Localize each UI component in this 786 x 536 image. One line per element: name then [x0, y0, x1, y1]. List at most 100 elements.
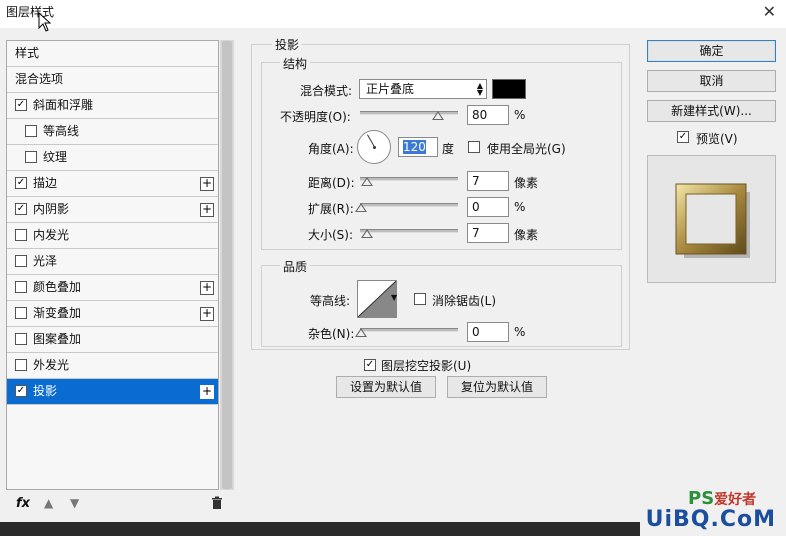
style-checkbox[interactable] — [15, 254, 27, 267]
style-checkbox[interactable]: ✓ — [15, 202, 27, 215]
ps-logo: PS爱好者 — [688, 488, 757, 509]
style-item-label: 光泽 — [33, 254, 58, 268]
style-item[interactable]: 混合选项 — [7, 67, 218, 93]
noise-unit: % — [514, 325, 526, 339]
style-item-label: 渐变叠加 — [33, 306, 82, 320]
size-unit: 像素 — [514, 228, 539, 242]
style-item[interactable]: ✓ 投影 + — [7, 379, 218, 405]
style-item[interactable]: 光泽 — [7, 249, 218, 275]
style-checkbox[interactable] — [25, 124, 37, 137]
opacity-unit: % — [514, 108, 526, 122]
spinner-icon: ▲ ▼ — [476, 81, 483, 97]
angle-dial[interactable] — [357, 130, 391, 164]
style-item-label: 投影 — [33, 384, 58, 398]
make-default-button[interactable]: 设置为默认值 — [336, 376, 436, 398]
style-item-label: 内阴影 — [33, 202, 70, 216]
style-checkbox[interactable]: ✓ — [15, 176, 27, 189]
style-item[interactable]: ✓ 描边 + — [7, 171, 218, 197]
style-item-label: 内发光 — [33, 228, 70, 242]
distance-input[interactable]: 7 — [467, 171, 509, 191]
add-style-icon[interactable]: + — [200, 177, 214, 191]
watermark: UiBQ.CoM — [645, 507, 776, 532]
knockout-label: 图层挖空投影(U) — [381, 359, 472, 373]
style-item[interactable]: 内发光 — [7, 223, 218, 249]
noise-input[interactable]: 0 — [467, 322, 509, 342]
distance-slider[interactable] — [360, 177, 458, 181]
style-item[interactable]: 颜色叠加 + — [7, 275, 218, 301]
canvas-strip — [0, 522, 640, 536]
distance-unit: 像素 — [514, 176, 539, 190]
opacity-input[interactable]: 80 — [467, 105, 509, 125]
reset-default-button[interactable]: 复位为默认值 — [447, 376, 547, 398]
spread-slider-thumb[interactable] — [355, 203, 367, 212]
new-style-button[interactable]: 新建样式(W)... — [647, 100, 776, 122]
style-item-label: 混合选项 — [15, 72, 64, 86]
global-light-checkbox[interactable] — [468, 141, 480, 153]
fx-button[interactable]: fx — [16, 496, 30, 511]
style-checkbox[interactable] — [15, 228, 27, 241]
move-down-icon[interactable]: ▼ — [70, 496, 79, 510]
style-checkbox[interactable] — [15, 280, 27, 293]
style-checkbox[interactable] — [15, 358, 27, 371]
style-item-label: 颜色叠加 — [33, 280, 82, 294]
drop-shadow-title: 投影 — [272, 36, 303, 53]
style-checkbox[interactable]: ✓ — [15, 98, 27, 111]
distance-slider-thumb[interactable] — [361, 177, 373, 186]
preview-label: 预览(V) — [696, 132, 738, 146]
spread-label: 扩展(R): — [308, 202, 354, 216]
noise-slider-thumb[interactable] — [355, 328, 367, 337]
add-style-icon[interactable]: + — [200, 307, 214, 321]
size-slider[interactable] — [360, 229, 458, 233]
cancel-button[interactable]: 取消 — [647, 70, 776, 92]
style-item[interactable]: 等高线 — [7, 119, 218, 145]
mouse-cursor-icon — [38, 12, 52, 32]
style-preview — [647, 155, 776, 283]
global-light-label: 使用全局光(G) — [487, 142, 566, 156]
noise-slider[interactable] — [360, 328, 458, 332]
close-icon[interactable]: ✕ — [763, 2, 776, 21]
style-checkbox[interactable] — [25, 150, 37, 163]
style-list-toolbar: fx ▲ ▼ — [6, 490, 234, 518]
spread-input[interactable]: 0 — [467, 197, 509, 217]
chevron-down-icon[interactable]: ▼ — [391, 293, 397, 302]
opacity-slider-thumb[interactable] — [432, 111, 445, 120]
style-item[interactable]: 纹理 — [7, 145, 218, 171]
angle-input[interactable]: 120 — [398, 137, 438, 157]
add-style-icon[interactable]: + — [200, 385, 214, 399]
blend-mode-select[interactable]: 正片叠底 ▲ ▼ — [359, 79, 487, 99]
style-item[interactable]: 外发光 — [7, 353, 218, 379]
angle-unit: 度 — [442, 142, 455, 156]
style-item[interactable]: ✓ 斜面和浮雕 — [7, 93, 218, 119]
style-checkbox[interactable]: ✓ — [15, 384, 27, 397]
style-item[interactable]: ✓ 内阴影 + — [7, 197, 218, 223]
style-item-label: 图案叠加 — [33, 332, 82, 346]
style-item-label: 描边 — [33, 176, 58, 190]
add-style-icon[interactable]: + — [200, 281, 214, 295]
contour-label: 等高线: — [310, 294, 351, 308]
size-slider-thumb[interactable] — [361, 229, 373, 238]
style-item[interactable]: 样式 — [7, 41, 218, 67]
add-style-icon[interactable]: + — [200, 203, 214, 217]
opacity-label: 不透明度(O): — [280, 110, 351, 124]
scroll-thumb[interactable] — [222, 41, 232, 489]
preview-checkbox[interactable]: ✓ — [677, 131, 689, 143]
anti-alias-checkbox[interactable] — [414, 293, 426, 305]
style-item[interactable]: 图案叠加 — [7, 327, 218, 353]
angle-value: 120 — [403, 140, 426, 154]
style-item-label: 斜面和浮雕 — [33, 98, 94, 112]
trash-icon[interactable] — [211, 496, 223, 509]
angle-label: 角度(A): — [308, 142, 354, 156]
ok-button[interactable]: 确定 — [647, 40, 776, 62]
anti-alias-label: 消除锯齿(L) — [432, 294, 497, 308]
knockout-checkbox[interactable]: ✓ — [364, 359, 376, 371]
distance-label: 距离(D): — [308, 176, 355, 190]
style-checkbox[interactable] — [15, 306, 27, 319]
shadow-color-swatch[interactable] — [492, 79, 526, 99]
move-up-icon[interactable]: ▲ — [44, 496, 53, 510]
style-list: 样式 混合选项 ✓ 斜面和浮雕 等高线 纹理 ✓ 描边 + ✓ 内阴影 + 内发光 光泽 颜色叠加 + 渐变叠加… — [6, 40, 219, 490]
size-input[interactable]: 7 — [467, 223, 509, 243]
style-checkbox[interactable] — [15, 332, 27, 345]
structure-title: 结构 — [280, 55, 311, 72]
style-item[interactable]: 渐变叠加 + — [7, 301, 218, 327]
spread-slider[interactable] — [360, 203, 458, 207]
